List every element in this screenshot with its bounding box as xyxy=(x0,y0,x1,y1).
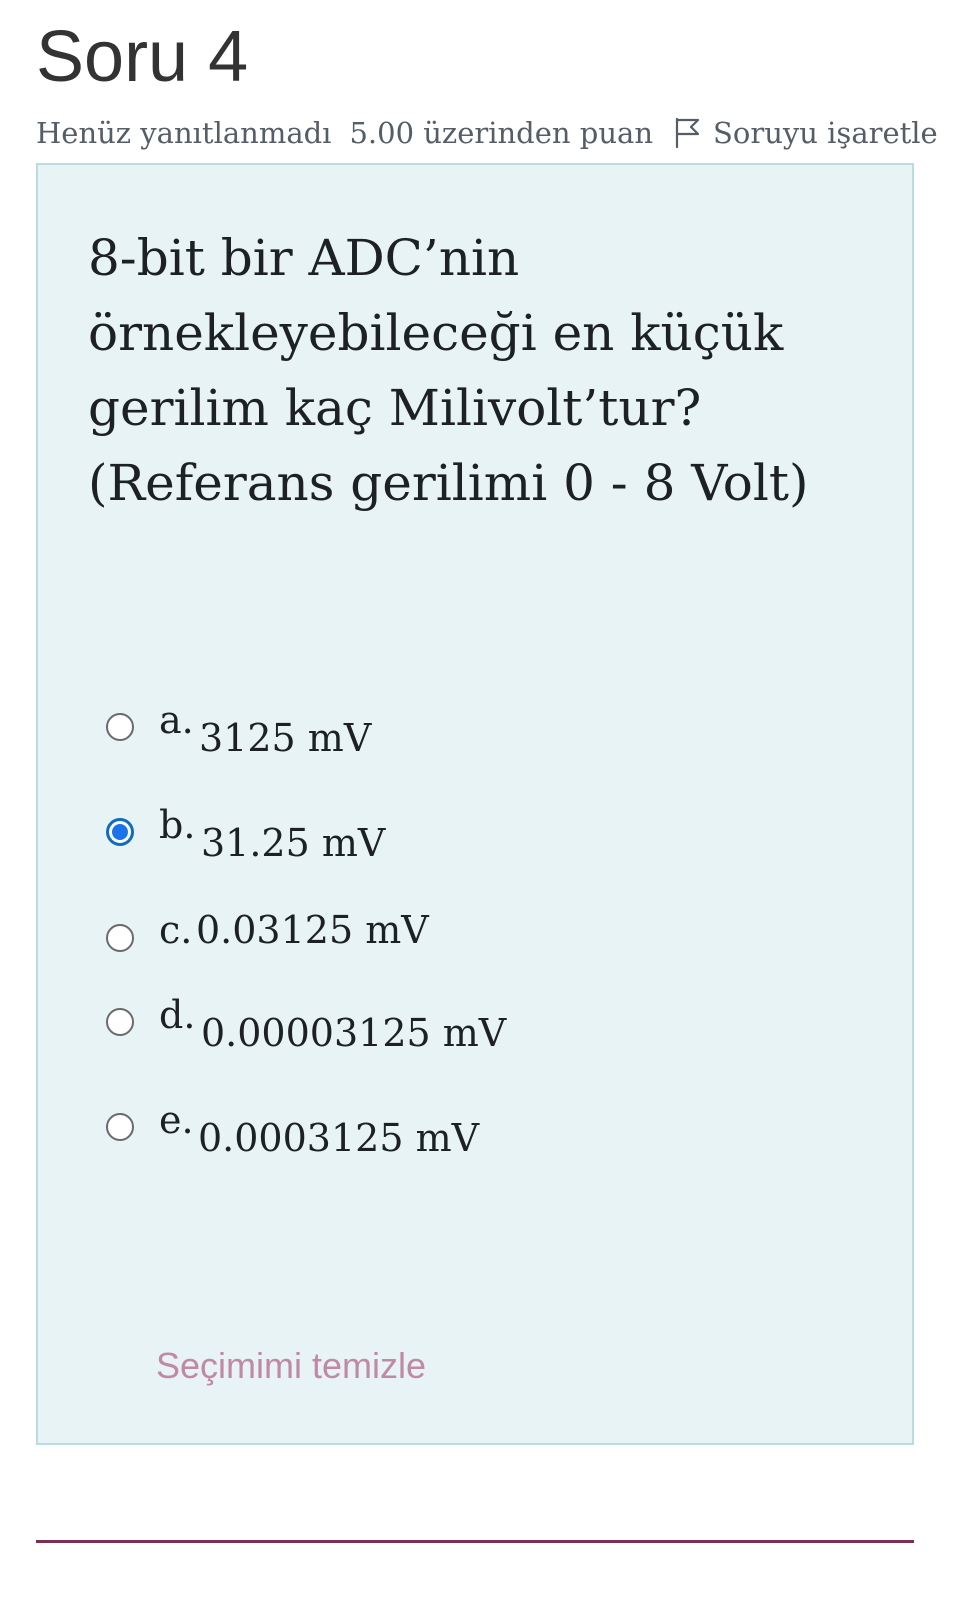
option-e-letter: e. xyxy=(159,1098,194,1142)
option-e-radio[interactable] xyxy=(106,1113,134,1141)
question-text-line: gerilim kaç Milivolt’tur? xyxy=(88,379,702,437)
option-c-radio[interactable] xyxy=(106,924,134,952)
answer-option-a[interactable]: a. 3125 mV xyxy=(106,698,806,760)
option-d-text: 0.00003125 mV xyxy=(201,1011,507,1055)
option-c-text: 0.03125 mV xyxy=(196,908,429,952)
question-info: Henüz yanıtlanmadı 5.00 üzerinden puan S… xyxy=(36,116,938,150)
option-a-radio[interactable] xyxy=(106,713,134,741)
option-e-text: 0.0003125 mV xyxy=(198,1116,480,1160)
answer-option-d[interactable]: d. 0.00003125 mV xyxy=(106,993,806,1055)
option-c-letter: c. xyxy=(159,908,193,952)
flag-question-link[interactable]: Soruyu işaretle xyxy=(673,116,938,150)
flag-question-label: Soruyu işaretle xyxy=(713,116,938,150)
question-content-box: 8-bit bir ADC’nin örnekleyebileceği en k… xyxy=(36,163,914,1445)
clear-choice-link[interactable]: Seçimimi temizle xyxy=(156,1345,426,1387)
option-b-radio-selected[interactable] xyxy=(106,818,134,846)
question-text: 8-bit bir ADC’nin örnekleyebileceği en k… xyxy=(88,221,848,521)
question-title: Soru 4 xyxy=(36,17,249,97)
option-a-letter: a. xyxy=(159,698,194,742)
option-a-text: 3125 mV xyxy=(199,716,372,760)
question-text-line: (Referans gerilimi 0 - 8 Volt) xyxy=(88,454,809,512)
option-b-text: 31.25 mV xyxy=(201,821,386,865)
answer-option-b[interactable]: b. 31.25 mV xyxy=(106,803,806,865)
flag-icon xyxy=(675,117,700,149)
option-d-letter: d. xyxy=(159,993,196,1037)
divider xyxy=(36,1540,914,1543)
question-text-line: örnekleyebileceği en küçük xyxy=(88,304,784,362)
answer-option-c[interactable]: c. 0.03125 mV xyxy=(106,908,806,968)
question-status: Henüz yanıtlanmadı xyxy=(36,116,332,150)
question-text-line: 8-bit bir ADC’nin xyxy=(88,229,520,287)
option-d-radio[interactable] xyxy=(106,1008,134,1036)
answer-option-e[interactable]: e. 0.0003125 mV xyxy=(106,1098,806,1160)
option-b-letter: b. xyxy=(159,803,196,847)
question-points: 5.00 üzerinden puan xyxy=(349,116,654,150)
